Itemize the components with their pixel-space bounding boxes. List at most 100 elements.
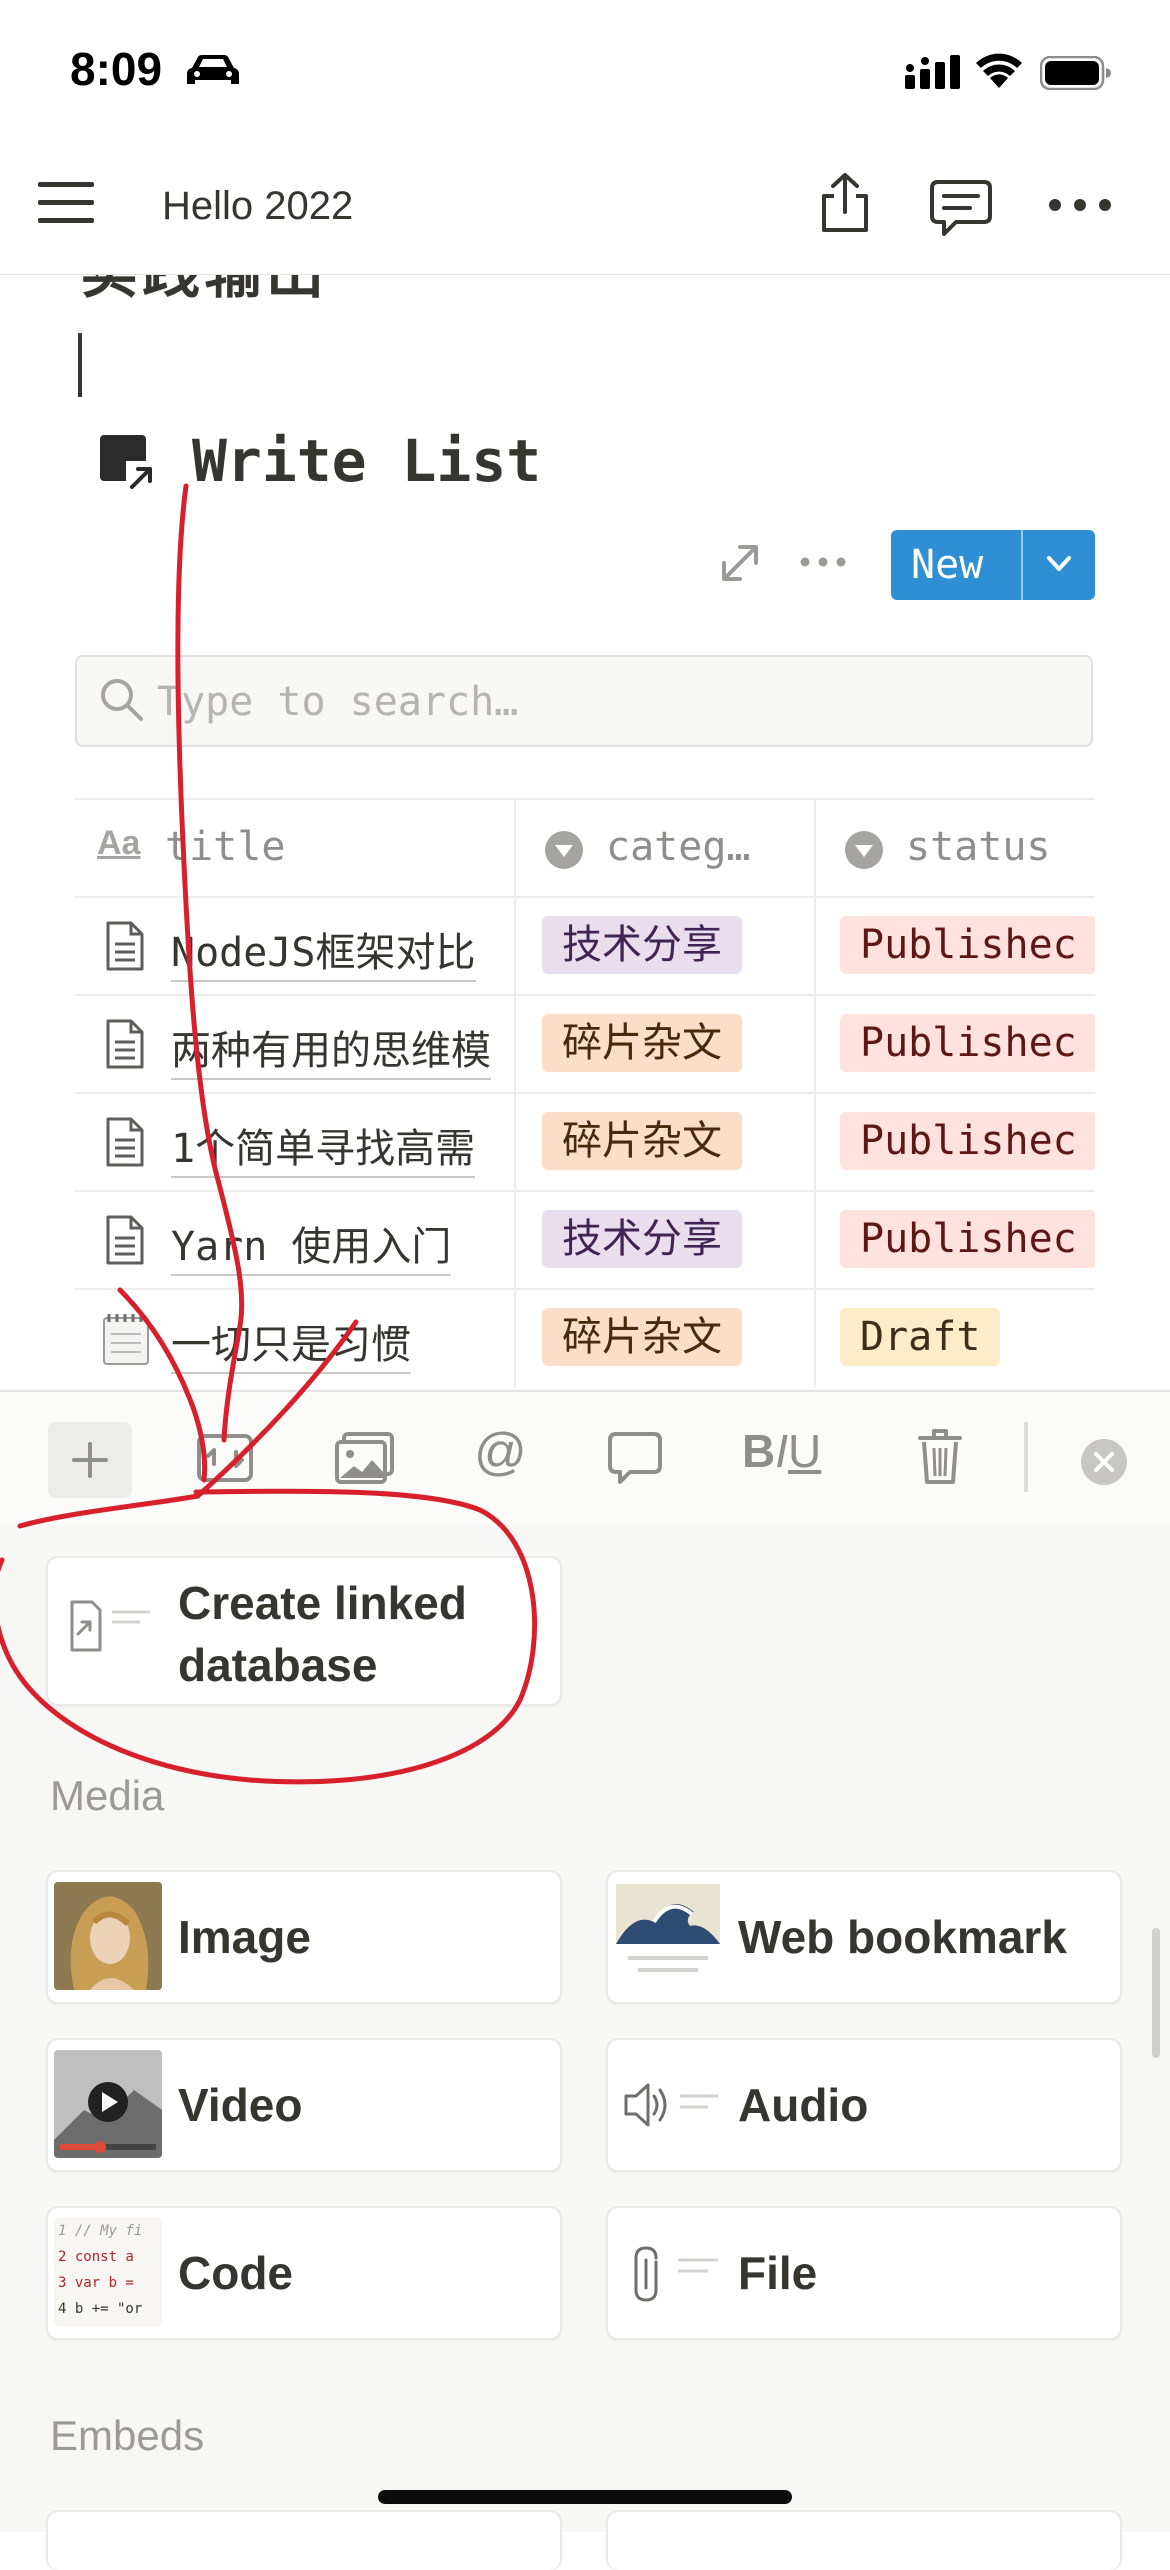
- page-icon: [106, 1215, 144, 1265]
- expand-icon[interactable]: [720, 543, 760, 583]
- page-icon: [106, 1117, 144, 1167]
- media-item-file[interactable]: File: [606, 2206, 1122, 2340]
- image-icon[interactable]: [334, 1430, 396, 1486]
- row-title[interactable]: NodeJS框架对比: [171, 920, 476, 982]
- media-item-web-bookmark[interactable]: Web bookmark: [606, 1870, 1122, 2004]
- category-cell[interactable]: 碎片杂文: [514, 996, 814, 1094]
- category-cell[interactable]: 技术分享: [514, 898, 814, 996]
- status-tag: Draft: [840, 1308, 1001, 1366]
- close-icon[interactable]: [1080, 1438, 1128, 1486]
- paperclip-icon: [634, 2246, 718, 2302]
- row-title[interactable]: 一切只是习惯: [171, 1312, 411, 1374]
- comment-icon[interactable]: [606, 1430, 664, 1486]
- category-cell[interactable]: 技术分享: [514, 1192, 814, 1290]
- italic-icon: I: [775, 1425, 789, 1477]
- text-format-icon[interactable]: BIU: [742, 1424, 821, 1478]
- table-row[interactable]: 两种有用的思维模 碎片杂文 Publishec: [75, 994, 1095, 1094]
- comments-icon[interactable]: [928, 178, 994, 238]
- media-item-audio[interactable]: Audio: [606, 2038, 1122, 2172]
- create-linked-database-item[interactable]: Create linked database: [46, 1556, 562, 1706]
- column-header-title[interactable]: Aa title: [75, 800, 512, 898]
- column-header-status[interactable]: status: [814, 800, 1095, 898]
- status-tag: Publishec: [840, 1210, 1095, 1268]
- database-title[interactable]: Write List: [192, 427, 541, 495]
- status-cell[interactable]: Publishec: [814, 1192, 1095, 1290]
- turn-into-icon[interactable]: [196, 1430, 254, 1486]
- status-tag: Publishec: [840, 1112, 1095, 1170]
- table-row[interactable]: 1个简单寻找高需 碎片杂文 Publishec: [75, 1092, 1095, 1192]
- search-icon: [101, 679, 143, 721]
- column-header-label: status: [906, 824, 1051, 870]
- create-linked-database-label-line2: database: [178, 1639, 378, 1691]
- row-title[interactable]: 两种有用的思维模: [171, 1018, 491, 1080]
- create-linked-database-label-line1: Create linked: [178, 1577, 467, 1629]
- table-row[interactable]: NodeJS框架对比 技术分享 Publishec: [75, 896, 1095, 996]
- code-line: 4 b += "or: [58, 2301, 143, 2317]
- new-record-button[interactable]: New: [891, 530, 1095, 600]
- text-property-icon: Aa: [97, 824, 141, 862]
- title-cell[interactable]: 一切只是习惯: [75, 1290, 512, 1388]
- category-cell[interactable]: 碎片杂文: [514, 1094, 814, 1192]
- media-item-video[interactable]: Video: [46, 2038, 562, 2172]
- home-indicator[interactable]: [378, 2490, 792, 2504]
- page-icon: [106, 1019, 144, 1069]
- database-more-icon[interactable]: [800, 557, 846, 567]
- column-header-category[interactable]: categ…: [514, 800, 814, 898]
- status-tag: Publishec: [840, 916, 1095, 974]
- section-heading[interactable]: 实践输出: [80, 275, 328, 309]
- media-item-label: Code: [178, 2247, 293, 2299]
- more-options-icon[interactable]: [1048, 198, 1112, 212]
- status-cell[interactable]: Publishec: [814, 996, 1095, 1094]
- button-divider: [1021, 530, 1023, 600]
- notepad-icon: [103, 1314, 149, 1365]
- block-toolbar: @ BIU: [0, 1390, 1170, 1528]
- scrollbar[interactable]: [1152, 1928, 1160, 2058]
- chevron-down-icon[interactable]: [1045, 552, 1073, 576]
- title-cell[interactable]: Yarn 使用入门: [75, 1192, 512, 1290]
- title-cell[interactable]: 两种有用的思维模: [75, 996, 512, 1094]
- category-tag: 碎片杂文: [542, 1112, 742, 1170]
- code-line: 3 var b =: [58, 2275, 134, 2291]
- category-cell[interactable]: 碎片杂文: [514, 1290, 814, 1388]
- linked-database-icon: [100, 435, 156, 491]
- table-row[interactable]: Yarn 使用入门 技术分享 Publishec: [75, 1190, 1095, 1290]
- section-media: Media: [50, 1772, 165, 1819]
- page-title[interactable]: Hello 2022: [162, 184, 353, 229]
- status-tag: Publishec: [840, 1014, 1095, 1072]
- column-header-label: title: [165, 824, 286, 870]
- page-content: 实践输出 Write List New Type to search… Aa t…: [0, 275, 1170, 1390]
- mention-icon[interactable]: @: [474, 1422, 527, 1482]
- status-cell[interactable]: Publishec: [814, 898, 1095, 996]
- table-row[interactable]: 一切只是习惯 碎片杂文 Draft: [75, 1288, 1095, 1388]
- trash-icon[interactable]: [916, 1426, 964, 1486]
- title-cell[interactable]: 1个简单寻找高需: [75, 1094, 512, 1192]
- column-header-label: categ…: [606, 824, 751, 870]
- embed-item[interactable]: [46, 2510, 562, 2570]
- share-icon[interactable]: [816, 172, 874, 234]
- linked-database-icon: [70, 1600, 150, 1652]
- add-block-button[interactable]: [48, 1422, 132, 1498]
- row-title[interactable]: Yarn 使用入门: [171, 1214, 452, 1276]
- speaker-icon: [624, 2083, 718, 2127]
- status-cell[interactable]: Draft: [814, 1290, 1095, 1388]
- embed-item[interactable]: [606, 2510, 1122, 2570]
- status-cell[interactable]: Publishec: [814, 1094, 1095, 1192]
- code-line: 1 // My fi: [58, 2223, 143, 2239]
- bold-icon: B: [742, 1425, 776, 1477]
- status-time: 8:09: [70, 43, 163, 95]
- media-item-label: Video: [178, 2079, 303, 2131]
- driving-focus-icon: [187, 55, 239, 84]
- cellular-signal-icon: [905, 55, 960, 89]
- image-thumbnail: [54, 1882, 162, 1990]
- media-item-code[interactable]: 1 // My fi 2 const a 3 var b = 4 b += "o…: [46, 2206, 562, 2340]
- hamburger-menu-icon[interactable]: [38, 180, 94, 226]
- underline-icon: U: [788, 1425, 822, 1477]
- media-item-image[interactable]: Image: [46, 1870, 562, 2004]
- bookmark-thumbnail: [614, 1882, 722, 1990]
- row-title[interactable]: 1个简单寻找高需: [171, 1116, 476, 1178]
- title-cell[interactable]: NodeJS框架对比: [75, 898, 512, 996]
- text-cursor: [78, 333, 82, 397]
- database-search-input[interactable]: Type to search…: [75, 655, 1093, 747]
- plus-icon: [72, 1442, 108, 1478]
- code-thumbnail: 1 // My fi 2 const a 3 var b = 4 b += "o…: [54, 2218, 162, 2326]
